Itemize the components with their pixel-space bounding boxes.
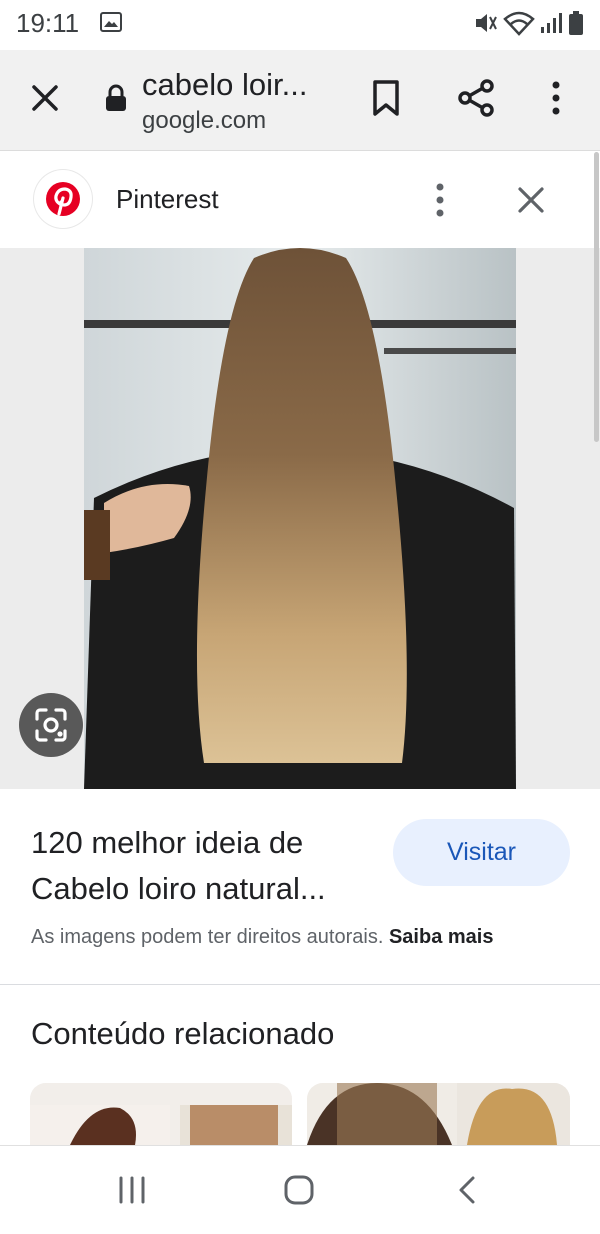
- related-heading: Conteúdo relacionado: [31, 1016, 335, 1051]
- lock-icon[interactable]: [104, 84, 128, 112]
- related-thumbnail[interactable]: [307, 1083, 570, 1145]
- gallery-icon: [100, 12, 122, 32]
- bookmark-icon[interactable]: [368, 78, 404, 118]
- scrollbar[interactable]: [594, 152, 599, 442]
- recents-icon[interactable]: [117, 1175, 147, 1205]
- signal-icon: [539, 12, 563, 34]
- more-vert-icon[interactable]: [543, 78, 569, 118]
- source-name[interactable]: Pinterest: [116, 184, 219, 215]
- pinterest-logo[interactable]: [34, 170, 92, 228]
- result-title[interactable]: 120 melhor ideia de Cabelo loiro natural…: [31, 820, 391, 912]
- back-icon[interactable]: [456, 1175, 478, 1205]
- divider: [0, 984, 600, 985]
- home-icon[interactable]: [283, 1174, 315, 1206]
- share-icon[interactable]: [456, 78, 496, 118]
- page-title[interactable]: cabelo loir...: [142, 67, 307, 103]
- hair-photo[interactable]: [84, 248, 516, 789]
- visit-button[interactable]: Visitar: [393, 819, 570, 886]
- viewer-close-icon[interactable]: [514, 183, 548, 217]
- lens-icon[interactable]: [19, 693, 83, 757]
- battery-icon: [568, 10, 584, 36]
- viewer-more-icon[interactable]: [427, 180, 453, 220]
- mute-icon: [472, 10, 498, 36]
- wifi-icon: [503, 10, 535, 36]
- copyright-notice: As imagens podem ter direitos autorais. …: [31, 926, 493, 949]
- url-domain[interactable]: google.com: [142, 107, 266, 135]
- copyright-text: As imagens podem ter direitos autorais.: [31, 926, 384, 948]
- close-icon[interactable]: [27, 80, 63, 116]
- related-thumbnail[interactable]: [30, 1083, 292, 1145]
- status-time: 19:11: [16, 8, 80, 38]
- learn-more-link[interactable]: Saiba mais: [389, 926, 494, 948]
